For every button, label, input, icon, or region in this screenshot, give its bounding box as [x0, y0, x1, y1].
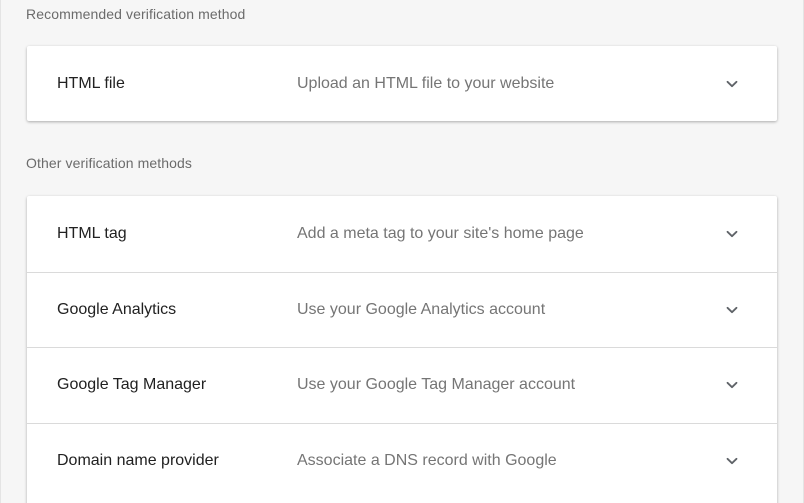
- method-description: Use your Google Analytics account: [297, 300, 546, 318]
- chevron-down-icon[interactable]: [724, 76, 740, 92]
- method-description: Add a meta tag to your site's home page: [297, 224, 584, 242]
- method-name: HTML tag: [57, 224, 127, 242]
- chevron-down-icon[interactable]: [724, 226, 740, 242]
- recommended-section-heading: Recommended verification method: [26, 6, 246, 22]
- method-row-html-tag[interactable]: HTML tag Add a meta tag to your site's h…: [27, 196, 777, 272]
- method-row-html-file[interactable]: HTML file Upload an HTML file to your we…: [27, 46, 777, 121]
- chevron-down-icon[interactable]: [724, 302, 740, 318]
- method-row-domain-name-provider[interactable]: Domain name provider Associate a DNS rec…: [27, 422, 777, 499]
- verification-methods-page: Recommended verification method HTML fil…: [0, 0, 804, 503]
- method-description: Upload an HTML file to your website: [297, 74, 555, 92]
- method-name: Domain name provider: [57, 451, 219, 469]
- other-section-heading: Other verification methods: [26, 155, 193, 171]
- method-description: Associate a DNS record with Google: [297, 451, 557, 469]
- other-methods-card: HTML tag Add a meta tag to your site's h…: [27, 196, 777, 503]
- method-name: HTML file: [57, 74, 125, 92]
- chevron-down-icon[interactable]: [724, 377, 740, 393]
- method-row-google-analytics[interactable]: Google Analytics Use your Google Analyti…: [27, 271, 777, 348]
- method-name: Google Analytics: [57, 300, 177, 318]
- method-description: Use your Google Tag Manager account: [297, 376, 576, 394]
- chevron-down-icon[interactable]: [724, 453, 740, 469]
- method-name: Google Tag Manager: [57, 376, 207, 394]
- method-row-google-tag-manager[interactable]: Google Tag Manager Use your Google Tag M…: [27, 347, 777, 423]
- recommended-methods-card: HTML file Upload an HTML file to your we…: [27, 46, 777, 121]
